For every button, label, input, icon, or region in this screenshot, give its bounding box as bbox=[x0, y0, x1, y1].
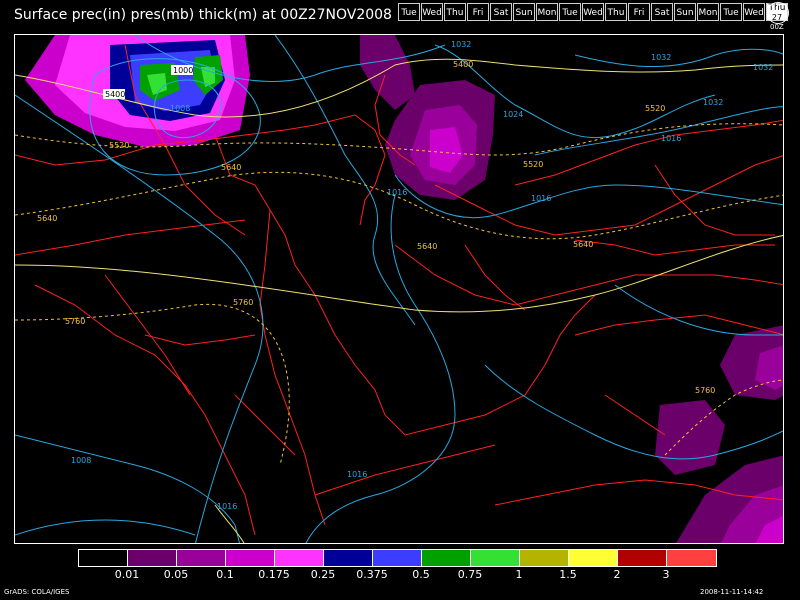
colorbar-swatch bbox=[177, 550, 226, 566]
colorbar-swatch bbox=[471, 550, 520, 566]
day-tab[interactable]: Tue bbox=[720, 3, 742, 21]
day-tab[interactable]: Sun bbox=[674, 3, 696, 21]
colorbar-label: 2 bbox=[613, 568, 621, 581]
colorbar-label: 1.5 bbox=[559, 568, 577, 581]
colorbar-label: 0.1 bbox=[216, 568, 234, 581]
footer-credit: GrADS: COLA/IGES bbox=[4, 588, 70, 596]
day-tab[interactable]: Tue bbox=[398, 3, 420, 21]
colorbar-swatch bbox=[520, 550, 569, 566]
map-canvas: 1032 1000 1008 1032 1032 1024 1032 1016 … bbox=[15, 35, 783, 543]
day-tab[interactable]: Fri bbox=[628, 3, 650, 21]
colorbar-label: 0.75 bbox=[457, 568, 483, 581]
day-tab[interactable]: Fri bbox=[467, 3, 489, 21]
isobar-label: 1032 bbox=[451, 40, 471, 49]
thickness-label: 5520 bbox=[523, 160, 543, 169]
colorbar-label: 0.5 bbox=[412, 568, 430, 581]
isobar-label: 1032 bbox=[651, 53, 671, 62]
colorbar-swatch bbox=[79, 550, 128, 566]
colorbar-label: 0.01 bbox=[114, 568, 140, 581]
thickness-label: 5520 bbox=[109, 141, 129, 150]
colorbar-label: 0.05 bbox=[163, 568, 189, 581]
colorbar-labels: 0.01 0.05 0.1 0.175 0.25 0.375 0.5 0.75 … bbox=[78, 568, 722, 582]
day-tab[interactable]: Wed bbox=[421, 3, 443, 21]
day-tab[interactable]: Mon bbox=[536, 3, 558, 21]
precip-shading-nw bbox=[25, 35, 250, 147]
colorbar-swatch bbox=[373, 550, 422, 566]
colorbar-swatch bbox=[618, 550, 667, 566]
footer-timestamp: 2008-11-11-14:42 bbox=[700, 588, 764, 596]
isobar-label: 1008 bbox=[170, 104, 190, 113]
colorbar-swatch bbox=[667, 550, 716, 566]
day-tab[interactable]: Tue bbox=[559, 3, 581, 21]
day-tab[interactable]: Wed bbox=[743, 3, 765, 21]
clock-icon bbox=[767, 2, 789, 24]
isobar-label: 1016 bbox=[347, 470, 367, 479]
colorbar-label: 0.375 bbox=[356, 568, 388, 581]
thickness-label: 5640 bbox=[37, 214, 57, 223]
isobar-label: 1016 bbox=[387, 188, 407, 197]
thickness-label: 5640 bbox=[221, 163, 241, 172]
thickness-label: 5760 bbox=[233, 298, 253, 307]
isobar-label: 1032 bbox=[753, 63, 773, 72]
thickness-label: 5640 bbox=[573, 240, 593, 249]
thickness-label: 5760 bbox=[65, 317, 85, 326]
day-tab[interactable]: Thu bbox=[444, 3, 466, 21]
thickness-label: 5760 bbox=[695, 386, 715, 395]
colorbar-swatch bbox=[324, 550, 373, 566]
isobar-label: 1016 bbox=[531, 194, 551, 203]
day-tab[interactable]: Sun bbox=[513, 3, 535, 21]
clock-label: 00Z bbox=[770, 23, 784, 31]
isobar-label: 1016 bbox=[217, 502, 237, 511]
isobar-label: 1008 bbox=[71, 456, 91, 465]
thickness-label: 5400 bbox=[453, 60, 473, 69]
colorbar-swatch bbox=[569, 550, 618, 566]
thickness-label: 5520 bbox=[645, 104, 665, 113]
isobar-label: 1000 bbox=[173, 66, 193, 75]
colorbar-label: 0.175 bbox=[258, 568, 290, 581]
thickness-label: 5400 bbox=[105, 90, 125, 99]
colorbar-label: 1 bbox=[515, 568, 523, 581]
colorbar-label: 3 bbox=[662, 568, 670, 581]
isobar-label: 1016 bbox=[661, 134, 681, 143]
isobar-label: 1032 bbox=[703, 98, 723, 107]
weather-map: 1032 1000 1008 1032 1032 1024 1032 1016 … bbox=[14, 34, 784, 544]
colorbar-label: 0.25 bbox=[310, 568, 336, 581]
day-tab[interactable]: Sat bbox=[490, 3, 512, 21]
thickness-label: 5640 bbox=[417, 242, 437, 251]
colorbar-swatch bbox=[275, 550, 324, 566]
map-title: Surface prec(in) pres(mb) thick(m) at 00… bbox=[14, 7, 392, 23]
day-tab[interactable]: Mon bbox=[697, 3, 719, 21]
colorbar-swatch bbox=[422, 550, 471, 566]
day-tab[interactable]: Thu bbox=[605, 3, 627, 21]
isobar-label: 1024 bbox=[503, 110, 523, 119]
day-tab[interactable]: Sat bbox=[651, 3, 673, 21]
colorbar-swatch bbox=[128, 550, 177, 566]
day-selector: Tue Wed Thu Fri Sat Sun Mon Tue Wed Thu … bbox=[398, 3, 789, 22]
colorbar-swatch bbox=[226, 550, 275, 566]
day-tab[interactable]: Wed bbox=[582, 3, 604, 21]
precip-shading-se bbox=[655, 325, 783, 543]
precip-colorbar bbox=[78, 549, 717, 567]
